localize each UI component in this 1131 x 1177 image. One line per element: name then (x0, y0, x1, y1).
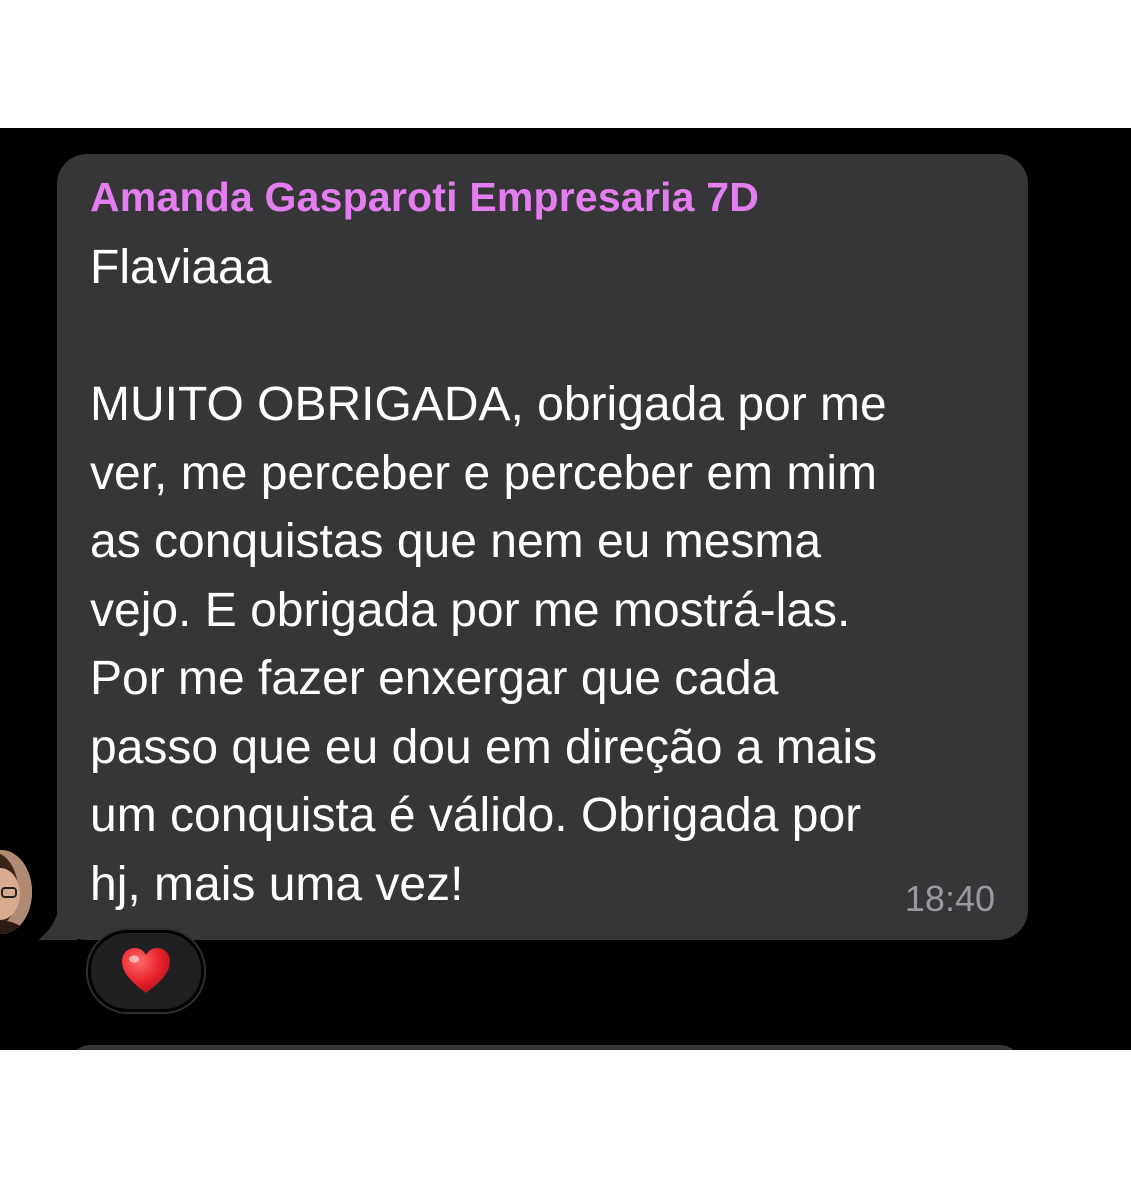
message-timestamp: 18:40 (904, 878, 995, 919)
message-text: Flaviaaa MUITO OBRIGADA, obrigada por me… (90, 241, 887, 911)
reaction-badge[interactable] (88, 930, 204, 1012)
heart-icon (122, 948, 170, 993)
avatar[interactable] (0, 850, 32, 934)
avatar-photo (0, 850, 32, 934)
next-message-bubble[interactable] (70, 1045, 1020, 1050)
message-bubble[interactable]: Amanda Gasparoti Empresaria 7D Flaviaaa … (57, 154, 1028, 940)
chat-area: Amanda Gasparoti Empresaria 7D Flaviaaa … (0, 128, 1131, 1050)
sender-name[interactable]: Amanda Gasparoti Empresaria 7D (90, 174, 759, 221)
